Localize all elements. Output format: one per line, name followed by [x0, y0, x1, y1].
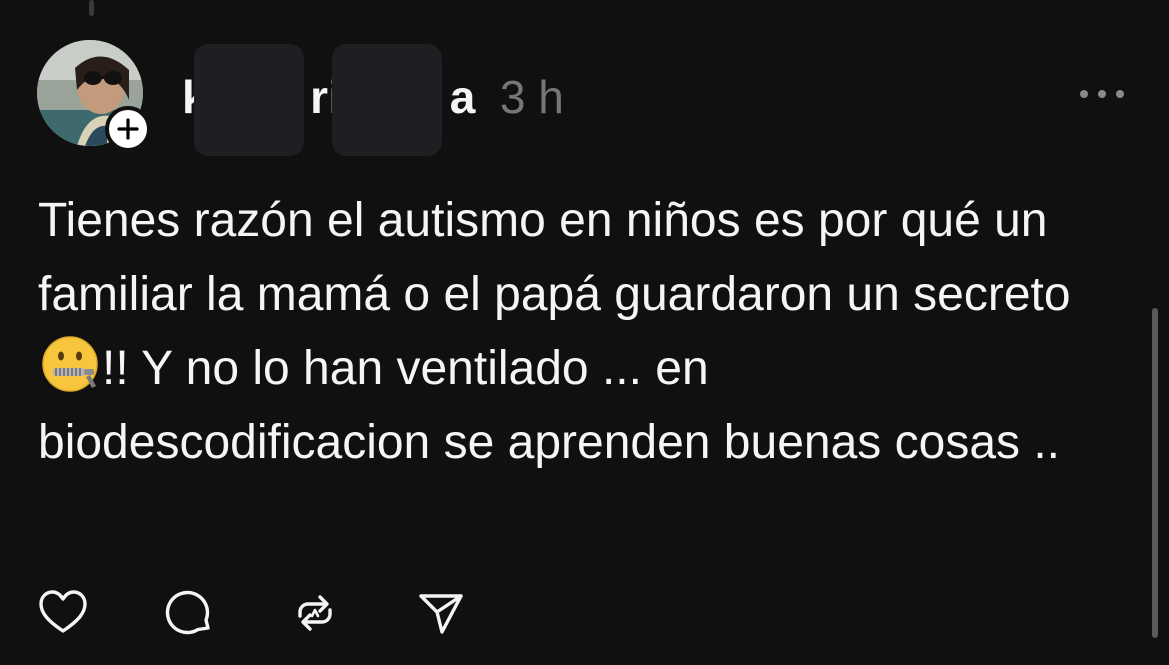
- more-options-icon: [1098, 90, 1106, 98]
- share-button[interactable]: [416, 588, 466, 638]
- avatar-container[interactable]: [37, 40, 151, 152]
- post-header: kria 3 h: [182, 44, 564, 156]
- more-options-icon: [1080, 90, 1088, 98]
- follow-button[interactable]: [105, 106, 151, 152]
- username[interactable]: kria: [182, 44, 476, 156]
- thread-connector-line: [89, 0, 94, 16]
- more-options-icon: [1116, 90, 1124, 98]
- more-options-button[interactable]: [1080, 82, 1124, 106]
- action-bar: [38, 586, 542, 640]
- reply-button[interactable]: [164, 588, 214, 638]
- plus-icon: [117, 118, 139, 140]
- scrollbar[interactable]: [1152, 308, 1158, 638]
- post-text-part: !! Y no lo han ventilado ... en biodesco…: [38, 342, 1061, 469]
- redaction-block: [194, 44, 304, 156]
- post-body: Tienes razón el autismo en niños es por …: [38, 184, 1098, 480]
- zipper-mouth-face-icon: [42, 336, 98, 392]
- send-icon: [419, 594, 463, 634]
- heart-icon: [39, 590, 87, 633]
- comment-icon: [165, 590, 210, 635]
- post-text-part: Tienes razón el autismo en niños es por …: [38, 194, 1084, 321]
- timestamp: 3 h: [499, 71, 564, 123]
- username-part: a: [449, 71, 476, 123]
- like-button[interactable]: [38, 588, 88, 638]
- repost-button[interactable]: [290, 588, 340, 638]
- redaction-block: [332, 44, 442, 156]
- repost-icon: [298, 595, 332, 631]
